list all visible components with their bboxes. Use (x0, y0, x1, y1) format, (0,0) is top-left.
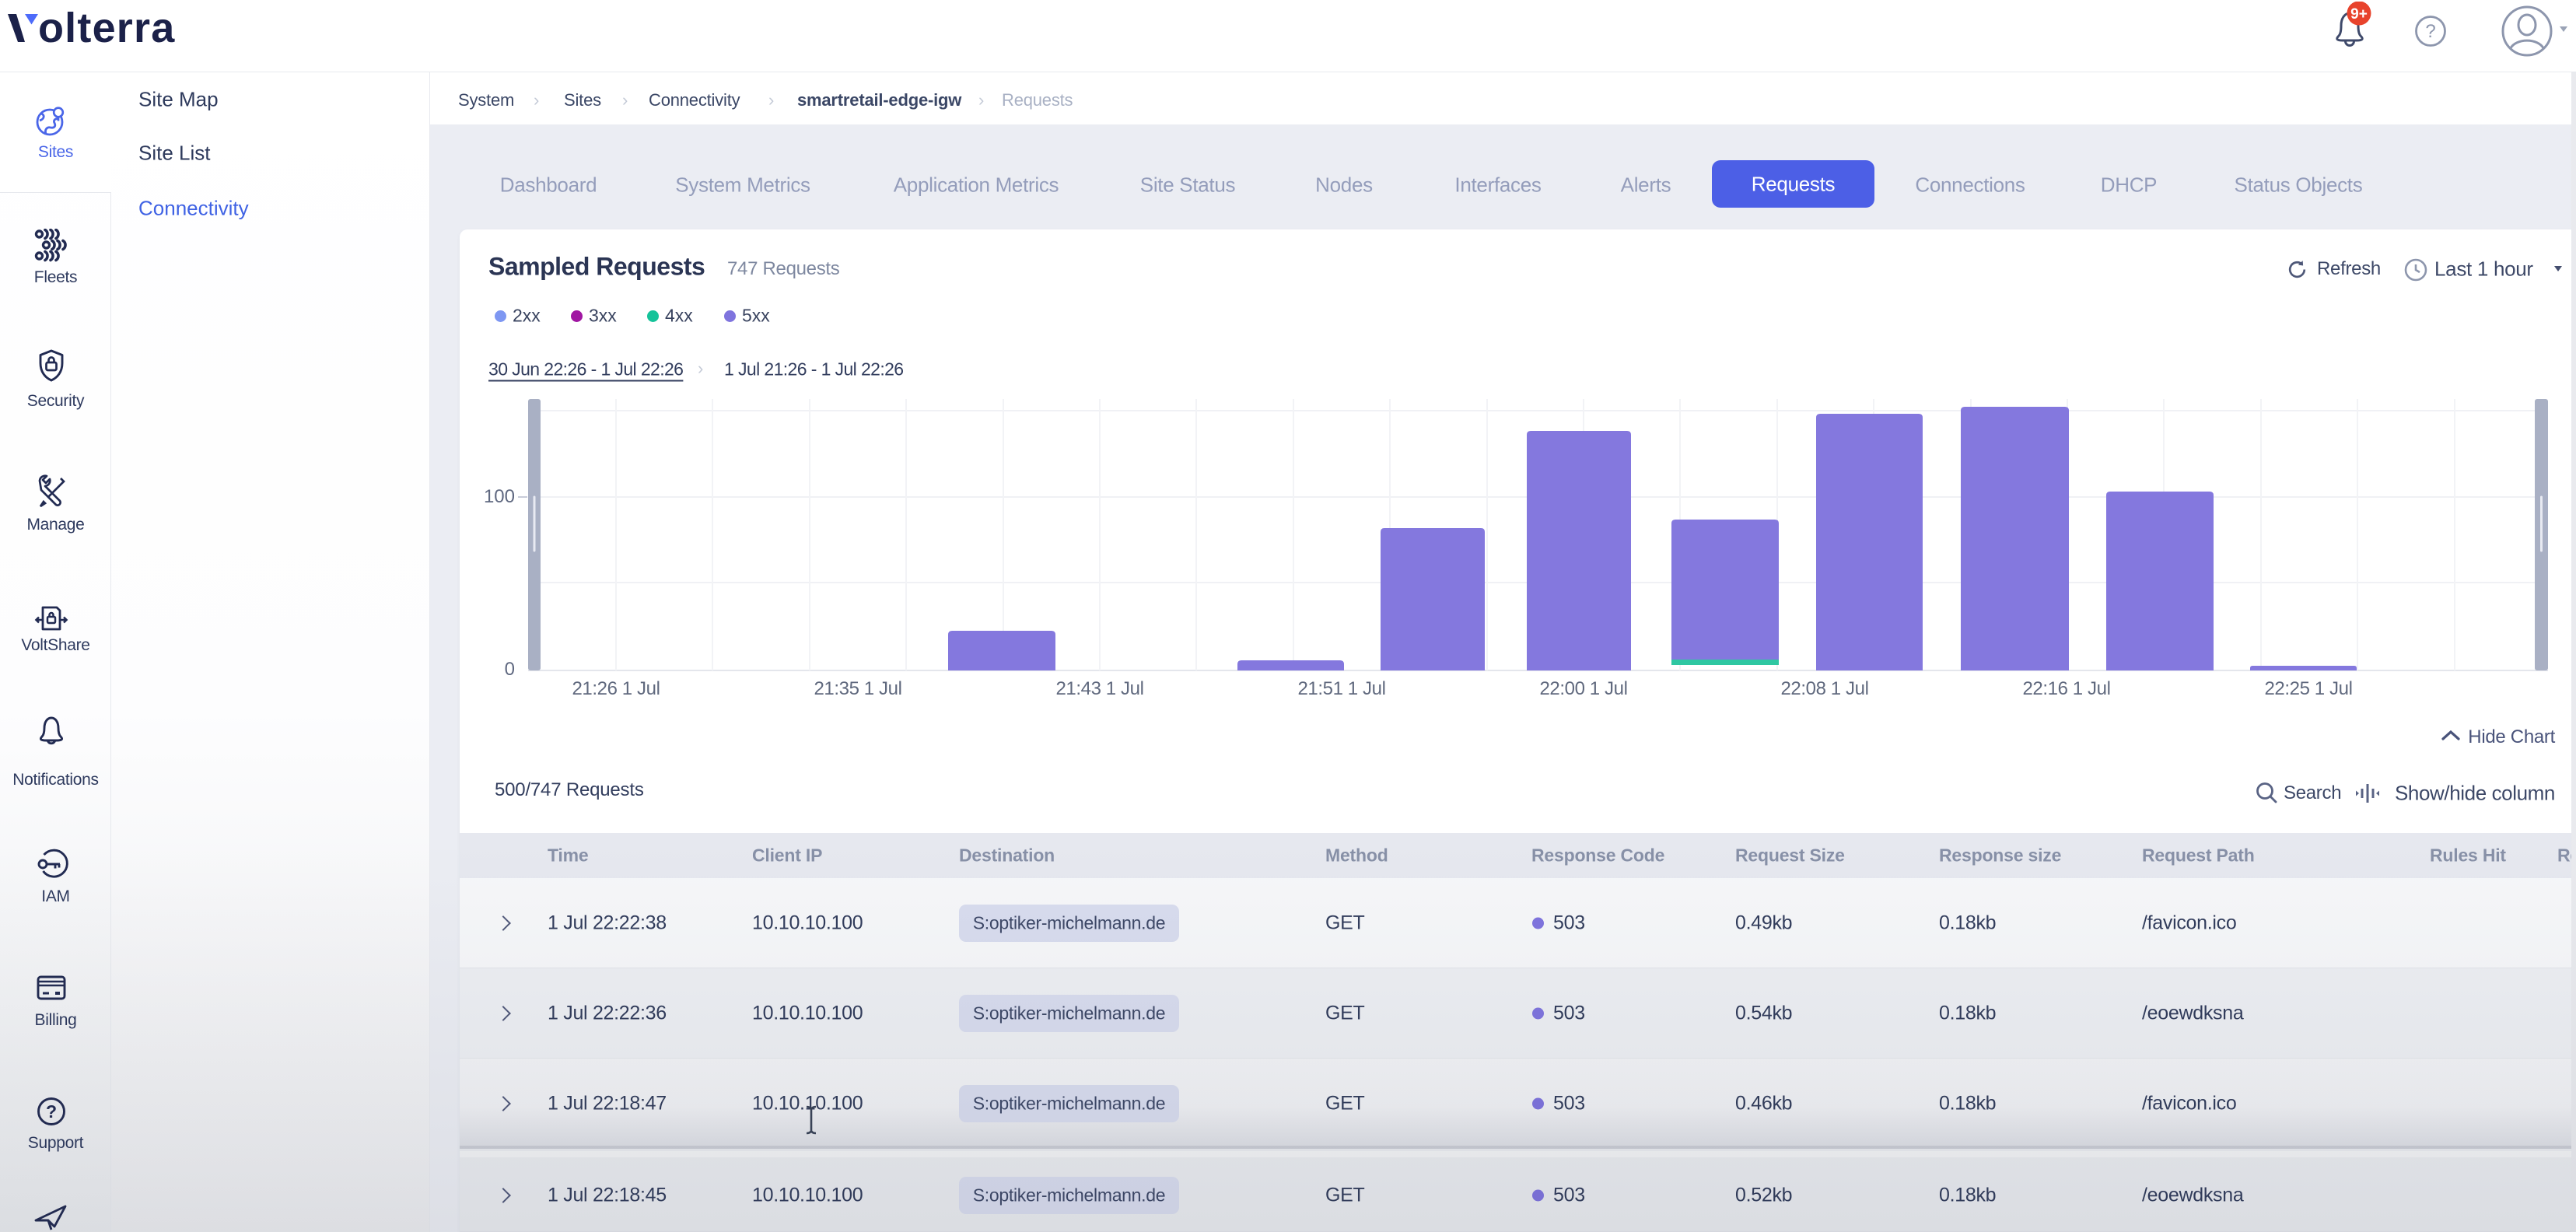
svg-text:?: ? (46, 1101, 57, 1122)
svg-text:?: ? (2425, 21, 2435, 42)
svg-text:olterra: olterra (38, 5, 175, 51)
svg-text:9+: 9+ (2350, 6, 2368, 23)
